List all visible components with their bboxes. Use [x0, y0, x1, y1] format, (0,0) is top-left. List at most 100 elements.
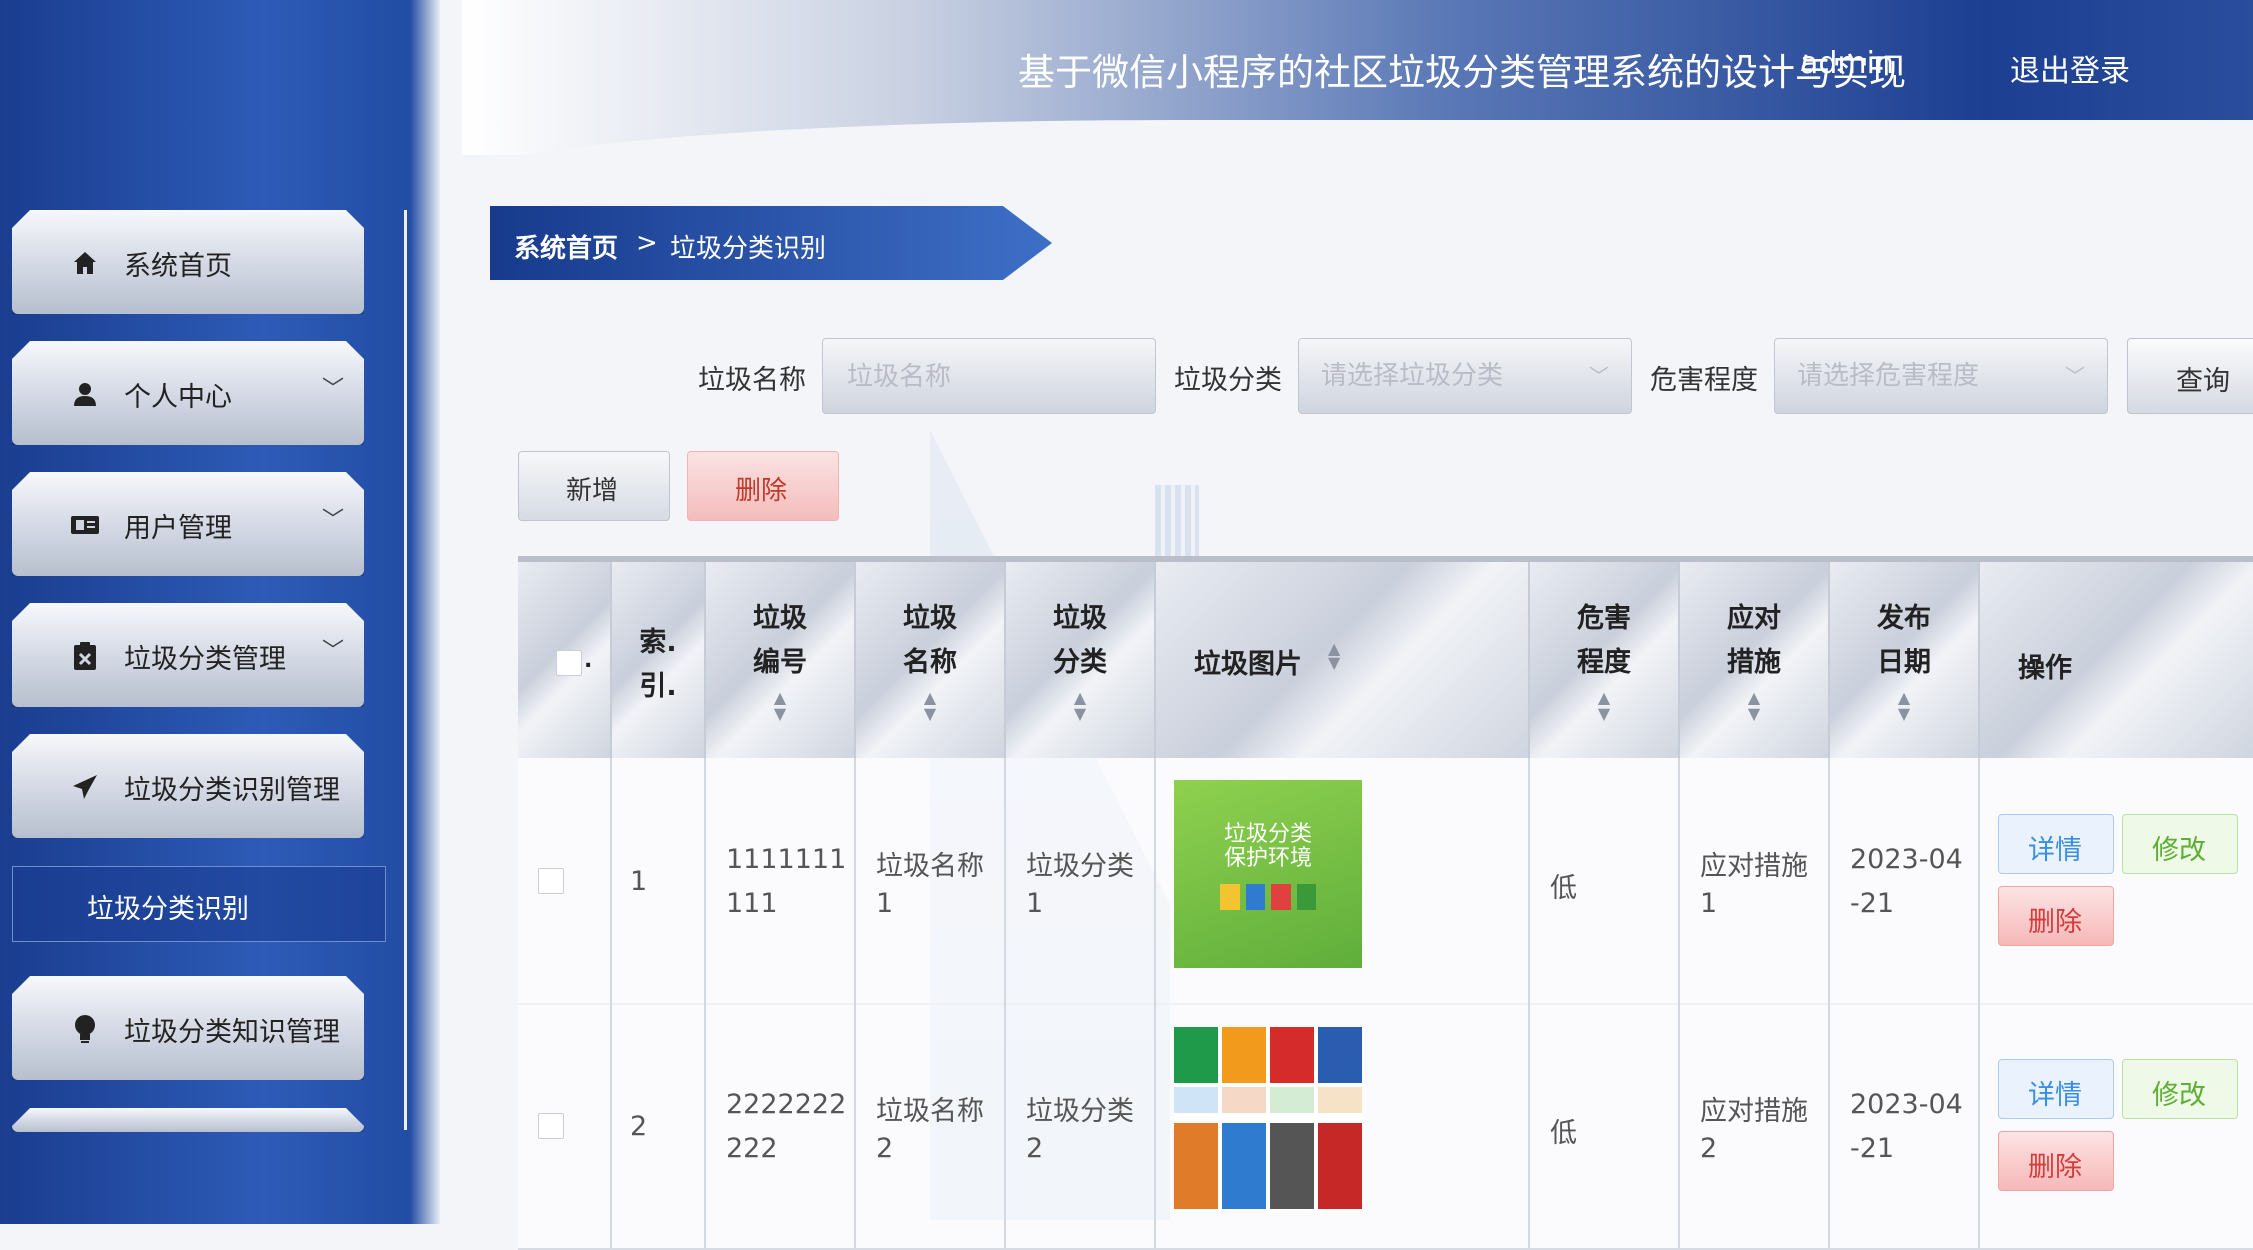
- column-header-code[interactable]: 垃圾 编号 ▲ ▼: [706, 562, 856, 758]
- category-select[interactable]: 请选择垃圾分类 ﹀: [1298, 338, 1632, 414]
- row-name: 2: [876, 1133, 894, 1164]
- sidebar-item-user-management[interactable]: 用户管理 ﹀: [12, 472, 364, 576]
- other-bin-icon: [1318, 1027, 1362, 1083]
- chevron-down-icon: ﹀: [1589, 364, 1609, 388]
- row-measure: 2: [1700, 1133, 1718, 1164]
- garbage-image[interactable]: 垃圾分类 保护环境: [1174, 780, 1362, 968]
- name-search-input[interactable]: [845, 339, 1137, 415]
- bulk-delete-button[interactable]: 删除: [687, 451, 839, 521]
- column-header-label: 危害: [1577, 603, 1631, 634]
- breadcrumb-current: 垃圾分类识别: [670, 234, 827, 264]
- sidebar-item-garbage-category-management[interactable]: 垃圾分类管理 ﹀: [12, 603, 364, 707]
- sort-icon[interactable]: ▲ ▼: [1328, 641, 1340, 671]
- sidebar-item-knowledge-management[interactable]: 垃圾分类知识管理: [12, 976, 364, 1080]
- edit-button[interactable]: 修改: [2122, 1059, 2238, 1119]
- row-index: 1: [630, 866, 648, 897]
- breadcrumb-separator: >: [636, 228, 658, 258]
- column-header-label: 操作: [2018, 653, 2072, 684]
- row-measure: 1: [1700, 888, 1718, 919]
- column-header-label: 垃圾: [753, 603, 807, 634]
- category-select-placeholder: 请选择垃圾分类: [1321, 361, 1504, 391]
- row-category: 垃圾分类: [1026, 851, 1134, 882]
- column-header-label: 垃圾图片: [1194, 649, 1302, 680]
- sidebar-divider: [404, 210, 407, 1130]
- hazard-search-label: 危害程度: [1650, 365, 1758, 396]
- column-header-category[interactable]: 垃圾 分类 ▲ ▼: [1006, 562, 1156, 758]
- bulb-icon: [70, 1014, 100, 1044]
- image-caption: 保护环境: [1223, 846, 1312, 871]
- row-checkbox[interactable]: [538, 868, 564, 894]
- background-decoration: [1155, 485, 1199, 565]
- column-header-hazard[interactable]: 危害 程度 ▲ ▼: [1530, 562, 1680, 758]
- sidebar-subitem-label: 垃圾分类识别: [87, 894, 249, 925]
- column-header-label: 引.: [639, 671, 677, 702]
- column-header-actions: 操作: [1980, 562, 2253, 758]
- name-search-label: 垃圾名称: [698, 365, 806, 396]
- harmful-waste-icon: [1318, 1123, 1362, 1209]
- row-name: 垃圾名称: [876, 851, 984, 882]
- sidebar-item-partial[interactable]: [12, 1108, 364, 1132]
- garbage-image[interactable]: [1174, 1027, 1362, 1211]
- hazard-bin-icon: [1270, 1027, 1314, 1083]
- query-button[interactable]: 查询: [2127, 338, 2253, 414]
- category-search-label: 垃圾分类: [1174, 365, 1282, 396]
- column-header-label: 垃圾: [1053, 603, 1107, 634]
- row-code: 111: [726, 888, 778, 919]
- column-header-image[interactable]: 垃圾图片 ▲ ▼: [1156, 562, 1530, 758]
- table-row: 2 2222222 222 垃圾名称 2 垃圾分类 2 低 应对措施 2 202…: [518, 1003, 2253, 1250]
- sidebar-subitem-recognition[interactable]: 垃圾分类识别: [12, 866, 386, 942]
- column-header-label: 日期: [1877, 647, 1931, 678]
- row-date: 2023-04: [1850, 844, 1963, 875]
- delete-button[interactable]: 删除: [1998, 1131, 2114, 1191]
- edit-button[interactable]: 修改: [2122, 814, 2238, 874]
- bulk-delete-button-label: 删除: [735, 476, 788, 506]
- detail-button[interactable]: 详情: [1998, 1059, 2114, 1119]
- column-header-index[interactable]: 索. 引.: [612, 562, 706, 758]
- sidebar-item-label: 垃圾分类管理: [124, 644, 286, 675]
- recycle-bin-icon: [1174, 1027, 1218, 1083]
- add-button[interactable]: 新增: [518, 451, 670, 521]
- column-header-label: 垃圾: [903, 603, 957, 634]
- delete-button[interactable]: 删除: [1998, 886, 2114, 946]
- sort-icon[interactable]: ▲ ▼: [1680, 690, 1828, 722]
- breadcrumb: 系统首页 > 垃圾分类识别: [490, 206, 1052, 280]
- sidebar-item-personal-center[interactable]: 个人中心 ﹀: [12, 341, 364, 445]
- kitchen-bin-icon: [1222, 1027, 1266, 1083]
- chevron-down-icon: ﹀: [2065, 364, 2085, 388]
- select-all-checkbox[interactable]: [556, 650, 582, 676]
- food-waste-icon: [1174, 1123, 1218, 1209]
- sidebar: 系统首页 个人中心 ﹀ 用户管理 ﹀ 垃圾分类管理 ﹀ 垃圾分类识别管理 垃圾分…: [0, 0, 440, 1224]
- sidebar-item-home[interactable]: 系统首页: [12, 210, 364, 314]
- sidebar-item-recognition-management[interactable]: 垃圾分类识别管理: [12, 734, 364, 838]
- sort-icon[interactable]: ▲ ▼: [1530, 690, 1678, 722]
- sort-icon[interactable]: ▲ ▼: [706, 690, 854, 722]
- logout-link[interactable]: 退出登录: [2010, 46, 2130, 90]
- column-header-label: 发布: [1877, 603, 1931, 634]
- sort-icon[interactable]: ▲ ▼: [1006, 690, 1154, 722]
- row-date: -21: [1850, 888, 1895, 919]
- column-header-select: .: [518, 562, 612, 758]
- column-header-label: 索.: [639, 627, 677, 658]
- row-date: -21: [1850, 1133, 1895, 1164]
- sort-icon[interactable]: ▲ ▼: [1830, 690, 1978, 722]
- row-checkbox[interactable]: [538, 1113, 564, 1139]
- column-header-label: 措施: [1727, 647, 1781, 678]
- column-header-label: 应对: [1727, 603, 1781, 634]
- chevron-down-icon: ﹀: [322, 639, 345, 664]
- column-header-measure[interactable]: 应对 措施 ▲ ▼: [1680, 562, 1830, 758]
- sidebar-item-label: 用户管理: [124, 513, 232, 544]
- name-search-field: [822, 338, 1156, 415]
- data-table: . 索. 引. 垃圾 编号 ▲ ▼ 垃圾 名称 ▲ ▼ 垃圾 分类 ▲ ▼ 垃圾图片 …: [518, 556, 2253, 1250]
- row-code: 222: [726, 1133, 778, 1164]
- column-header-name[interactable]: 垃圾 名称 ▲ ▼: [856, 562, 1006, 758]
- row-measure: 应对措施: [1700, 1096, 1808, 1127]
- detail-button[interactable]: 详情: [1998, 814, 2114, 874]
- image-caption: 垃圾分类: [1223, 822, 1312, 847]
- hazard-select[interactable]: 请选择危害程度 ﹀: [1774, 338, 2108, 414]
- breadcrumb-home[interactable]: 系统首页: [514, 228, 618, 265]
- column-header-date[interactable]: 发布 日期 ▲ ▼: [1830, 562, 1980, 758]
- sort-icon[interactable]: ▲ ▼: [856, 690, 1004, 722]
- chevron-down-icon: ﹀: [322, 508, 345, 533]
- hazard-select-placeholder: 请选择危害程度: [1797, 361, 1980, 391]
- sidebar-item-label: 系统首页: [124, 251, 232, 282]
